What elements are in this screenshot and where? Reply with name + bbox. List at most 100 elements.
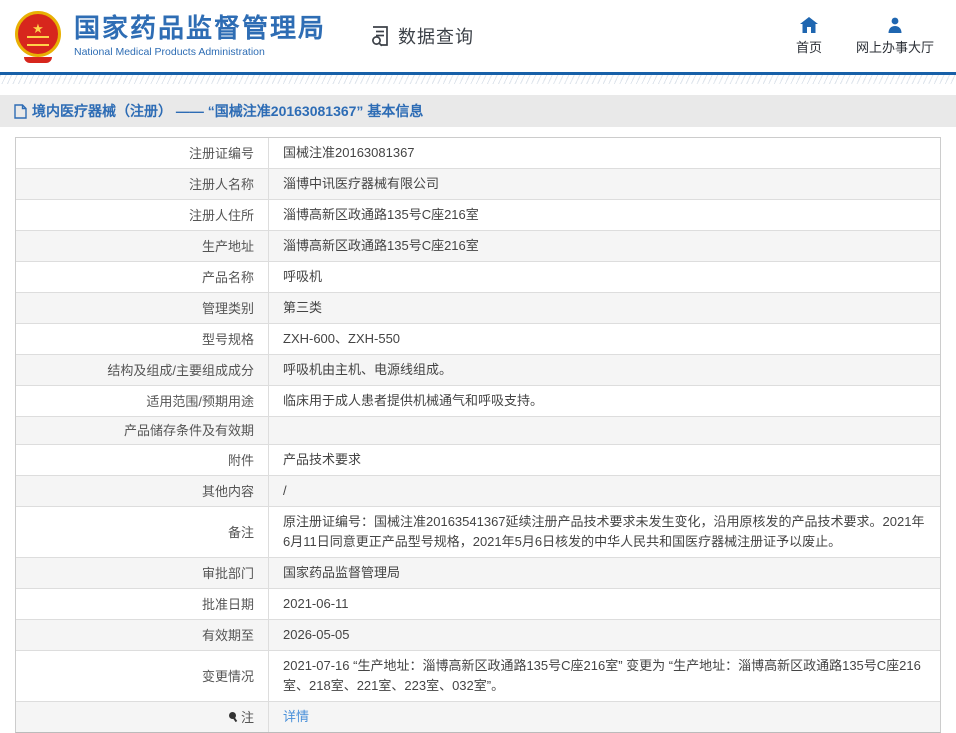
row-label: 注 <box>16 702 269 732</box>
row-label-text: 产品名称 <box>202 269 254 286</box>
stripe-decoration <box>0 75 956 84</box>
row-label-text: 注 <box>241 709 254 726</box>
row-label-text: 结构及组成/主要组成成分 <box>107 362 254 379</box>
row-value-text: 临床用于成人患者提供机械通气和呼吸支持。 <box>283 391 543 411</box>
row-value: 临床用于成人患者提供机械通气和呼吸支持。 <box>269 386 940 416</box>
table-row: 注 详情 <box>16 702 940 732</box>
table-row: 备注 原注册证编号：国械注准20163541367延续注册产品技术要求未发生变化，… <box>16 507 940 558</box>
org-name-cn: 国家药品监督管理局 <box>74 14 326 43</box>
row-label: 附件 <box>16 445 269 475</box>
row-label-text: 批准日期 <box>202 596 254 613</box>
row-label-text: 生产地址 <box>202 238 254 255</box>
row-value-text: 第三类 <box>283 298 322 318</box>
pin-icon <box>228 712 238 723</box>
table-row: 管理类别 第三类 <box>16 293 940 324</box>
row-value: 2021-07-16 “生产地址：淄博高新区政通路135号C座216室” 变更为… <box>269 651 940 701</box>
site-header: ★ 国家药品监督管理局 National Medical Products Ad… <box>0 0 956 72</box>
row-label-text: 注册人名称 <box>189 176 254 193</box>
nav-online-hall-label: 网上办事大厅 <box>856 37 934 56</box>
national-emblem-logo: ★ <box>14 10 62 62</box>
table-row: 变更情况 2021-07-16 “生产地址：淄博高新区政通路135号C座216室”… <box>16 651 940 702</box>
row-label: 产品名称 <box>16 262 269 292</box>
emblem-star-icon: ★ <box>32 22 44 35</box>
nav-home[interactable]: 首页 <box>796 17 822 56</box>
details-link[interactable]: 详情 <box>283 707 309 727</box>
row-label: 产品储存条件及有效期 <box>16 417 269 444</box>
row-label: 审批部门 <box>16 558 269 588</box>
row-value: 详情 <box>269 702 940 732</box>
row-value: 呼吸机由主机、电源线组成。 <box>269 355 940 385</box>
row-value-text: 2026-05-05 <box>283 625 350 645</box>
row-label: 注册人住所 <box>16 200 269 230</box>
table-row: 型号规格 ZXH-600、ZXH-550 <box>16 324 940 355</box>
row-label-text: 管理类别 <box>202 300 254 317</box>
table-row: 产品名称呼吸机 <box>16 262 940 293</box>
row-value: 淄博高新区政通路135号C座216室 <box>269 231 940 261</box>
table-row: 有效期至 2026-05-05 <box>16 620 940 651</box>
emblem-gate-icon <box>27 36 49 46</box>
registration-info-table: 注册证编号国械注准20163081367注册人名称淄博中讯医疗器械有限公司注册人… <box>15 137 941 733</box>
emblem-ribbon <box>24 57 52 63</box>
row-value-text: 2021-06-11 <box>283 594 349 614</box>
document-icon <box>14 104 27 119</box>
row-value: 第三类 <box>269 293 940 323</box>
data-query-icon <box>368 24 392 48</box>
row-label-text: 型号规格 <box>202 331 254 348</box>
row-value: 2026-05-05 <box>269 620 940 650</box>
page-title: 境内医疗器械（注册） —— “国械注准20163081367” 基本信息 <box>32 101 423 121</box>
row-value <box>269 417 940 444</box>
row-value: 国家药品监督管理局 <box>269 558 940 588</box>
row-label-text: 适用范围/预期用途 <box>146 393 254 410</box>
row-value: / <box>269 476 940 506</box>
row-value-text: 国械注准20163081367 <box>283 143 415 163</box>
row-label: 型号规格 <box>16 324 269 354</box>
row-value-text: 淄博高新区政通路135号C座216室 <box>283 236 479 256</box>
nav-online-hall[interactable]: 网上办事大厅 <box>856 17 934 56</box>
row-value-text: 国家药品监督管理局 <box>283 563 400 583</box>
table-row: 产品储存条件及有效期 <box>16 417 940 445</box>
row-value-text: / <box>283 481 287 501</box>
row-value: 淄博高新区政通路135号C座216室 <box>269 200 940 230</box>
row-value-text: 原注册证编号：国械注准20163541367延续注册产品技术要求未发生变化，沿用… <box>283 512 926 552</box>
org-name-en: National Medical Products Administration <box>74 46 326 58</box>
table-row: 生产地址 淄博高新区政通路135号C座216室 <box>16 231 940 262</box>
home-icon <box>800 17 818 33</box>
row-value: 产品技术要求 <box>269 445 940 475</box>
row-value: 淄博中讯医疗器械有限公司 <box>269 169 940 199</box>
row-label-text: 其他内容 <box>202 483 254 500</box>
row-value-text: 产品技术要求 <box>283 450 361 470</box>
row-label: 注册人名称 <box>16 169 269 199</box>
table-row: 批准日期 2021-06-11 <box>16 589 940 620</box>
table-row: 注册人名称 淄博中讯医疗器械有限公司 <box>16 169 940 200</box>
row-label: 注册证编号 <box>16 138 269 168</box>
row-label-text: 备注 <box>228 524 254 541</box>
row-label: 结构及组成/主要组成成分 <box>16 355 269 385</box>
data-query-nav[interactable]: 数据查询 <box>368 23 474 49</box>
table-row: 附件 产品技术要求 <box>16 445 940 476</box>
row-label-text: 变更情况 <box>202 668 254 685</box>
row-label: 变更情况 <box>16 651 269 701</box>
row-value-text: ZXH-600、ZXH-550 <box>283 329 400 349</box>
row-label: 有效期至 <box>16 620 269 650</box>
row-label-text: 注册证编号 <box>189 145 254 162</box>
row-value-text: 淄博中讯医疗器械有限公司 <box>283 174 439 194</box>
row-label: 备注 <box>16 507 269 557</box>
row-label-text: 注册人住所 <box>189 207 254 224</box>
breadcrumb-bar: 境内医疗器械（注册） —— “国械注准20163081367” 基本信息 <box>0 95 956 127</box>
row-value: 原注册证编号：国械注准20163541367延续注册产品技术要求未发生变化，沿用… <box>269 507 940 557</box>
table-row: 注册证编号 国械注准20163081367 <box>16 138 940 169</box>
row-label: 生产地址 <box>16 231 269 261</box>
table-row: 适用范围/预期用途 临床用于成人患者提供机械通气和呼吸支持。 <box>16 386 940 417</box>
row-value: 呼吸机 <box>269 262 940 292</box>
table-row: 其他内容 / <box>16 476 940 507</box>
header-nav: 首页 网上办事大厅 <box>796 17 934 56</box>
table-row: 审批部门国家药品监督管理局 <box>16 558 940 589</box>
row-value: 国械注准20163081367 <box>269 138 940 168</box>
row-label-text: 产品储存条件及有效期 <box>124 422 254 439</box>
row-label-text: 附件 <box>228 452 254 469</box>
row-label-text: 有效期至 <box>202 627 254 644</box>
row-label: 适用范围/预期用途 <box>16 386 269 416</box>
row-label: 批准日期 <box>16 589 269 619</box>
row-value: ZXH-600、ZXH-550 <box>269 324 940 354</box>
nav-home-label: 首页 <box>796 37 822 56</box>
